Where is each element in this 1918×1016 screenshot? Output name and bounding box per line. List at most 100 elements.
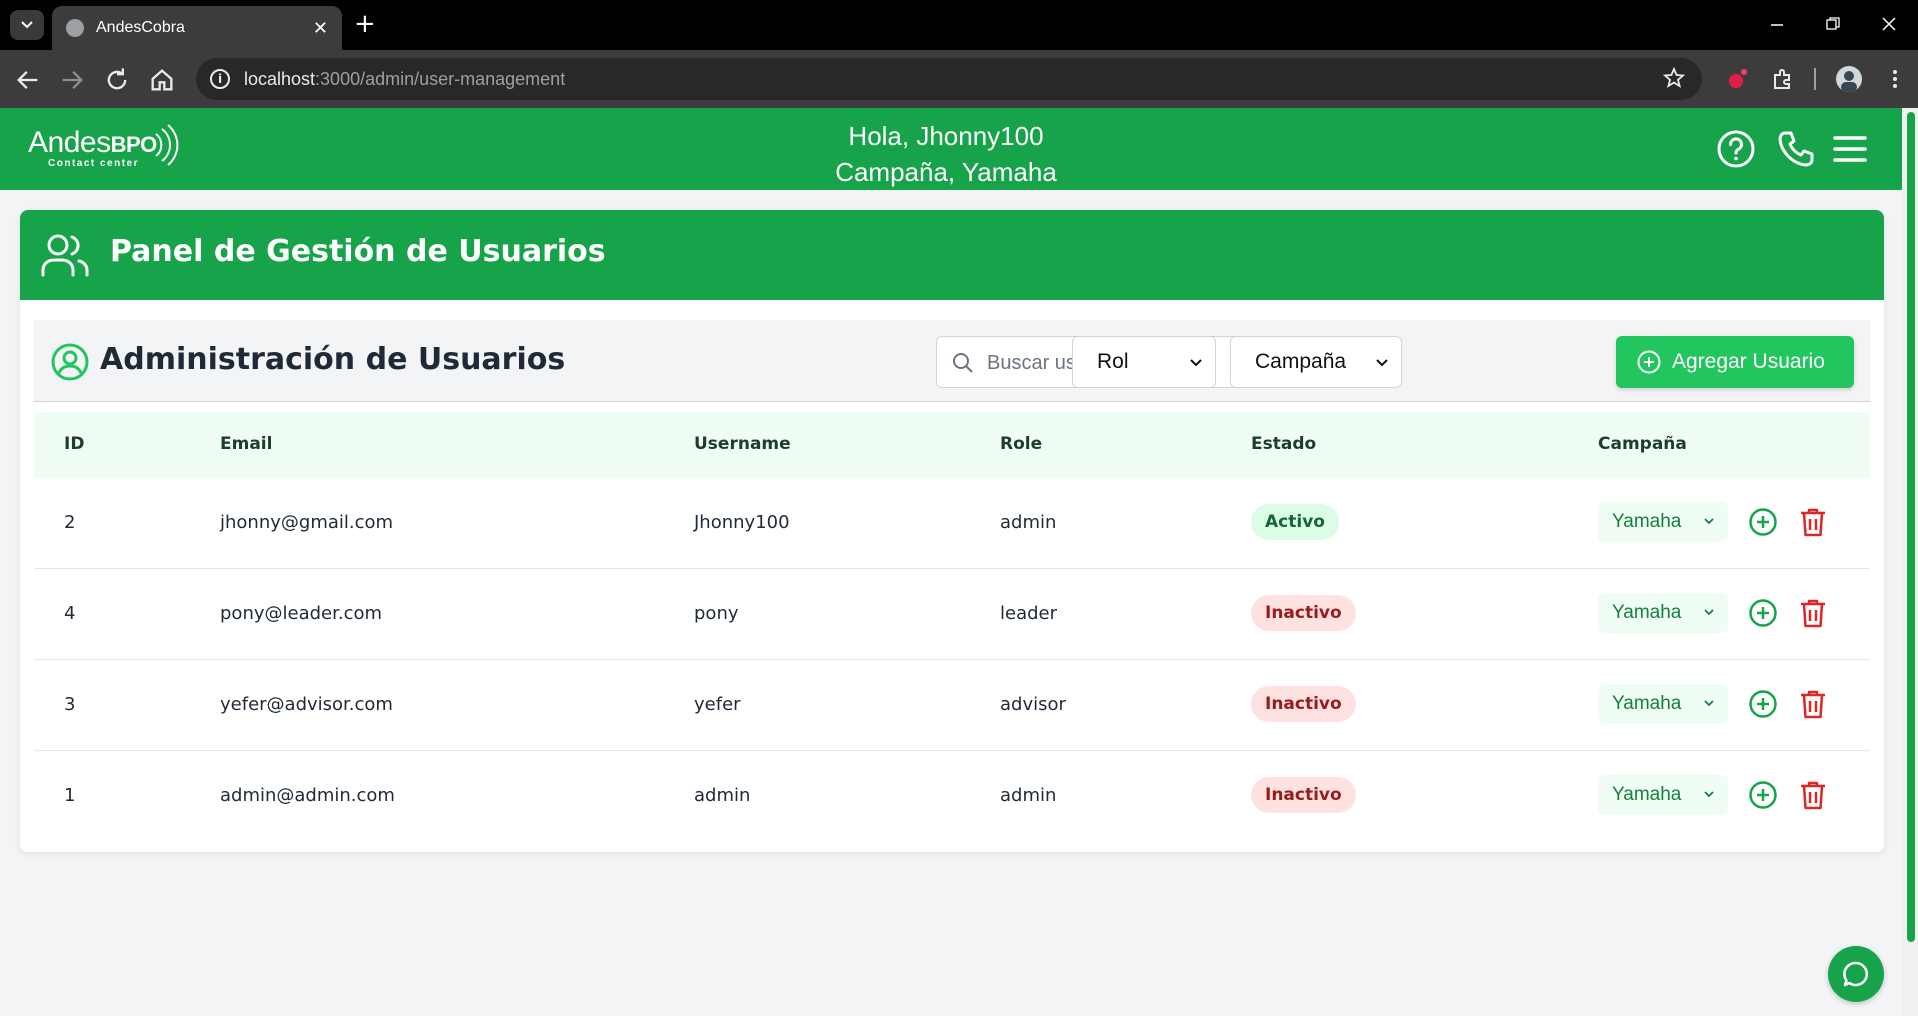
users-table-header: ID Email Username Role Estado Campaña bbox=[34, 412, 1870, 478]
toolbar-divider bbox=[1814, 68, 1816, 90]
panel-title: Panel de Gestión de Usuarios bbox=[110, 234, 606, 269]
chat-button[interactable] bbox=[1828, 946, 1884, 1002]
profile-avatar[interactable] bbox=[1836, 66, 1862, 92]
browser-tab[interactable]: AndesCobra ✕ bbox=[52, 6, 342, 50]
cell-id: 4 bbox=[64, 603, 76, 624]
cell-email: admin@admin.com bbox=[220, 785, 395, 806]
logo-bpo: BPO bbox=[110, 132, 158, 157]
cell-id: 1 bbox=[64, 785, 76, 806]
cell-role: admin bbox=[1000, 512, 1057, 533]
chevron-down-icon bbox=[1704, 791, 1714, 798]
chevron-down-icon bbox=[1704, 700, 1714, 707]
add-campaign-icon[interactable] bbox=[1748, 507, 1778, 537]
panel-header: Panel de Gestión de Usuarios bbox=[20, 210, 1884, 300]
search-icon bbox=[953, 353, 973, 373]
user-circle-icon bbox=[51, 343, 89, 381]
row-campaign-select[interactable]: Yamaha bbox=[1598, 593, 1728, 633]
campaign-filter-select[interactable]: Campaña bbox=[1230, 336, 1402, 388]
back-arrow-icon[interactable] bbox=[14, 66, 42, 94]
site-info-icon[interactable]: i bbox=[210, 69, 230, 89]
chat-bubble-icon bbox=[1843, 961, 1869, 987]
cell-role: admin bbox=[1000, 785, 1057, 806]
row-campaign-select[interactable]: Yamaha bbox=[1598, 684, 1728, 724]
home-icon[interactable] bbox=[148, 66, 176, 94]
role-filter-select[interactable]: Rol bbox=[1072, 336, 1216, 388]
avatar-icon bbox=[1841, 71, 1857, 92]
status-badge[interactable]: Activo bbox=[1251, 504, 1339, 540]
add-user-label: Agregar Usuario bbox=[1672, 350, 1825, 373]
signal-waves-icon bbox=[155, 124, 179, 166]
add-campaign-icon[interactable] bbox=[1748, 780, 1778, 810]
cell-role: advisor bbox=[1000, 694, 1066, 715]
cell-username: Jhonny100 bbox=[694, 512, 790, 533]
trash-icon[interactable] bbox=[1798, 688, 1828, 720]
browser-menu-icon[interactable] bbox=[1882, 66, 1908, 92]
row-campaign-value: Yamaha bbox=[1612, 602, 1682, 623]
globe-icon bbox=[66, 19, 84, 37]
address-bar[interactable]: i localhost:3000/admin/user-management bbox=[196, 58, 1702, 100]
cell-username: pony bbox=[694, 603, 739, 624]
cell-email: jhonny@gmail.com bbox=[220, 512, 394, 533]
users-icon bbox=[41, 234, 89, 277]
close-window-icon[interactable] bbox=[1882, 17, 1896, 31]
cell-role: leader bbox=[1000, 603, 1058, 624]
row-campaign-select[interactable]: Yamaha bbox=[1598, 775, 1728, 815]
status-badge[interactable]: Inactivo bbox=[1251, 686, 1356, 722]
section-title: Administración de Usuarios bbox=[100, 342, 566, 377]
trash-icon[interactable] bbox=[1798, 779, 1828, 811]
minimize-icon[interactable] bbox=[1770, 18, 1784, 32]
status-badge[interactable]: Inactivo bbox=[1251, 777, 1356, 813]
andesbpo-logo[interactable]: AndesBPO Contact center bbox=[28, 124, 179, 169]
current-campaign-text: Campaña, Yamaha bbox=[835, 157, 1057, 187]
browser-tab-bar: AndesCobra ✕ + bbox=[0, 0, 1918, 50]
column-header-id: ID bbox=[64, 434, 85, 454]
cell-id: 2 bbox=[64, 512, 76, 533]
cell-email: yefer@advisor.com bbox=[220, 694, 393, 715]
user-management-panel: Panel de Gestión de Usuarios Administrac… bbox=[20, 210, 1884, 852]
column-header-role: Role bbox=[1000, 434, 1043, 454]
chevron-down-icon bbox=[1704, 609, 1714, 616]
chevron-down-icon bbox=[1190, 359, 1202, 367]
restore-icon[interactable] bbox=[1826, 17, 1840, 31]
row-campaign-select[interactable]: Yamaha bbox=[1598, 502, 1728, 542]
tab-title: AndesCobra bbox=[96, 19, 185, 36]
table-row: 1 admin@admin.com admin admin Inactivo Y… bbox=[34, 751, 1870, 842]
users-toolbar: Administración de Usuarios Rol Campaña A… bbox=[34, 320, 1870, 402]
scrollbar-thumb[interactable] bbox=[1907, 112, 1915, 942]
status-badge[interactable]: Inactivo bbox=[1251, 595, 1356, 631]
greeting-text: Hola, Jhonny100 bbox=[848, 121, 1044, 151]
trash-icon[interactable] bbox=[1798, 506, 1828, 538]
user-greeting: Hola, Jhonny100 Campaña, Yamaha bbox=[800, 118, 1092, 190]
new-tab-button[interactable]: + bbox=[354, 10, 376, 38]
row-campaign-value: Yamaha bbox=[1612, 693, 1682, 714]
add-user-button[interactable]: Agregar Usuario bbox=[1616, 336, 1854, 388]
table-row: 2 jhonny@gmail.com Jhonny100 admin Activ… bbox=[34, 478, 1870, 569]
forward-arrow-icon[interactable] bbox=[58, 66, 86, 94]
plus-circle-icon bbox=[1637, 350, 1661, 374]
logo-text: Andes bbox=[28, 126, 111, 159]
help-icon[interactable] bbox=[1716, 129, 1756, 169]
chevron-down-icon bbox=[21, 21, 33, 29]
close-tab-icon[interactable]: ✕ bbox=[313, 18, 328, 39]
reload-icon[interactable] bbox=[103, 66, 131, 94]
cell-email: pony@leader.com bbox=[220, 603, 383, 624]
url-text: localhost:3000/admin/user-management bbox=[244, 68, 566, 89]
add-campaign-icon[interactable] bbox=[1748, 689, 1778, 719]
browser-toolbar: i localhost:3000/admin/user-management bbox=[0, 50, 1918, 108]
cell-id: 3 bbox=[64, 694, 76, 715]
extensions-puzzle-icon[interactable] bbox=[1770, 66, 1796, 92]
table-row: 4 pony@leader.com pony leader Inactivo Y… bbox=[34, 569, 1870, 660]
add-campaign-icon[interactable] bbox=[1748, 598, 1778, 628]
tab-search-button[interactable] bbox=[10, 10, 44, 40]
chevron-down-icon bbox=[1376, 359, 1388, 367]
page-scrollbar[interactable] bbox=[1902, 108, 1918, 1016]
hamburger-menu-icon[interactable] bbox=[1830, 129, 1870, 169]
extension-record-icon[interactable] bbox=[1724, 66, 1750, 92]
cell-username: admin bbox=[694, 785, 751, 806]
row-campaign-value: Yamaha bbox=[1612, 511, 1682, 532]
role-filter-label: Rol bbox=[1097, 350, 1129, 373]
bookmark-star-icon[interactable] bbox=[1662, 66, 1686, 90]
phone-icon[interactable] bbox=[1776, 129, 1816, 169]
app-header: AndesBPO Contact center Hola, Jhonny100 … bbox=[0, 108, 1902, 190]
trash-icon[interactable] bbox=[1798, 597, 1828, 629]
